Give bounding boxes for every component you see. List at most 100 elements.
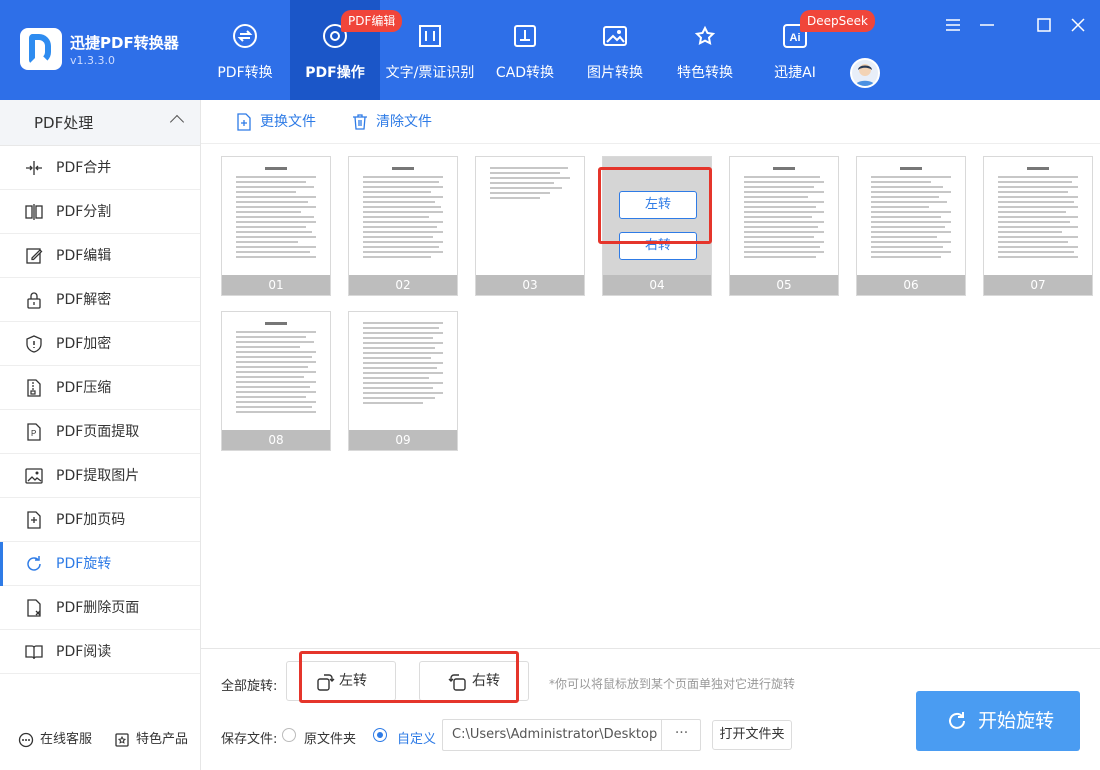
product-icon (115, 733, 129, 747)
sidebar-item-label: PDF分割 (56, 204, 112, 220)
top-navigation-bar: 迅捷PDF转换器 v1.3.3.0 PDF转换 PDF操作 PDF编辑 文字/票… (0, 0, 1100, 100)
sidebar-item-split[interactable]: PDF分割 (0, 190, 200, 234)
start-rotate-button[interactable]: 开始旋转 (916, 691, 1080, 751)
tab-image[interactable]: 图片转换 (570, 0, 660, 100)
add-file-icon (237, 113, 251, 131)
extract-page-icon: P (27, 423, 41, 441)
sidebar-item-delete-page[interactable]: PDF删除页面 (0, 586, 200, 630)
start-rotate-label: 开始旋转 (978, 710, 1055, 732)
browse-more-button[interactable]: ··· (661, 719, 701, 751)
compress-icon (27, 379, 41, 397)
special-products-link[interactable]: 特色产品 (114, 730, 188, 750)
sidebar-list: PDF合并 PDF分割 PDF编辑 PDF解密 PDF加密 PDF压缩 P PDF页面提取 PD… (0, 146, 200, 674)
page-text-preview (744, 167, 824, 261)
sidebar-item-shield[interactable]: PDF加密 (0, 322, 200, 366)
star-convert-icon (694, 25, 716, 46)
sidebar-item-page-number[interactable]: PDF加页码 (0, 498, 200, 542)
save-file-label: 保存文件: (221, 732, 278, 747)
sidebar-item-label: PDF旋转 (56, 556, 112, 572)
sidebar-item-compress[interactable]: PDF压缩 (0, 366, 200, 410)
sidebar-item-merge[interactable]: PDF合并 (0, 146, 200, 190)
page-text-preview (871, 167, 951, 261)
page-thumbnail-grid: 09 08 07 06 05 左转 右转 04 03 02 01 (201, 144, 1100, 648)
extract-image-icon (25, 468, 43, 484)
shield-icon (26, 335, 42, 353)
page-number: 03 (476, 275, 584, 295)
sidebar-item-label: PDF合并 (56, 160, 112, 176)
page-number: 02 (349, 275, 457, 295)
tab-pdf-convert[interactable]: PDF转换 (200, 0, 290, 100)
page-thumbnail[interactable]: 07 (983, 156, 1093, 296)
svg-text:P: P (31, 429, 36, 438)
page-text-preview (363, 167, 443, 261)
user-avatar[interactable] (850, 58, 880, 88)
replace-file-button[interactable]: 更换文件 (234, 112, 316, 132)
app-window: 迅捷PDF转换器 v1.3.3.0 PDF转换 PDF操作 PDF编辑 文字/票… (0, 0, 1100, 770)
app-name: 迅捷PDF转换器 (70, 34, 179, 52)
file-toolbar: 更换文件 清除文件 (201, 100, 1100, 144)
tab-label: PDF操作 (305, 65, 365, 81)
page-thumbnail[interactable]: 05 (729, 156, 839, 296)
open-folder-button[interactable]: 打开文件夹 (712, 720, 792, 750)
app-version: v1.3.3.0 (70, 54, 115, 67)
book-icon (25, 645, 43, 660)
special-products-label: 特色产品 (136, 732, 189, 747)
page-number: 09 (349, 430, 457, 450)
page-thumbnail[interactable]: 02 (348, 156, 458, 296)
rotate-all-highlight-box (299, 651, 519, 703)
clear-file-button[interactable]: 清除文件 (350, 112, 432, 132)
tab-label: 文字/票证识别 (385, 65, 475, 81)
bottom-panel: 全部旋转: 左转 右转 *你可以将鼠标放到某个页面单独对它进行旋转 保存文件: … (201, 648, 1100, 770)
minimize-icon[interactable] (976, 14, 998, 36)
sidebar-item-label: PDF加密 (56, 336, 112, 352)
radio-custom-folder[interactable] (373, 728, 387, 742)
menu-icon[interactable] (942, 14, 964, 36)
tab-label: 迅捷AI (774, 65, 816, 81)
page-number: 07 (984, 275, 1092, 295)
sidebar-item-extract-page[interactable]: P PDF页面提取 (0, 410, 200, 454)
ocr-icon (419, 25, 441, 47)
chevron-up-icon (169, 114, 185, 130)
page-number: 05 (730, 275, 838, 295)
pdf-convert-icon (233, 24, 257, 48)
page-number: 04 (603, 275, 711, 295)
page-text-preview (490, 167, 570, 202)
close-icon[interactable] (1067, 14, 1089, 36)
radio-original-folder[interactable] (282, 728, 296, 742)
sidebar-item-unlock[interactable]: PDF解密 (0, 278, 200, 322)
tab-ocr[interactable]: 文字/票证识别 (380, 0, 480, 100)
cad-icon (514, 25, 536, 47)
sidebar-item-rotate[interactable]: PDF旋转 (0, 542, 200, 586)
tab-label: 特色转换 (677, 65, 733, 81)
sidebar-item-label: PDF提取图片 (56, 468, 140, 484)
refresh-icon (949, 712, 965, 729)
sidebar-item-edit[interactable]: PDF编辑 (0, 234, 200, 278)
replace-file-label: 更换文件 (260, 114, 316, 130)
trash-icon (353, 114, 367, 130)
page-thumbnail[interactable]: 03 (475, 156, 585, 296)
tab-special[interactable]: 特色转换 (660, 0, 750, 100)
page-text-preview (363, 322, 443, 407)
tab-cad[interactable]: CAD转换 (480, 0, 570, 100)
maximize-icon[interactable] (1033, 14, 1055, 36)
online-service-link[interactable]: 在线客服 (18, 730, 92, 750)
deepseek-badge: DeepSeek (800, 10, 875, 32)
page-text-preview (236, 167, 316, 261)
tab-label: CAD转换 (495, 65, 555, 81)
edit-icon (26, 248, 43, 264)
page-thumbnail[interactable]: 08 (221, 311, 331, 451)
option-custom-label: 自定义 (397, 732, 437, 747)
clear-file-label: 清除文件 (376, 114, 432, 130)
page-thumbnail[interactable]: 09 (348, 311, 458, 451)
avatar-icon (855, 64, 875, 86)
svg-text:Ai: Ai (790, 32, 801, 44)
sidebar-section-header[interactable]: PDF处理 (0, 100, 200, 146)
page-number: 01 (222, 275, 330, 295)
image-icon (603, 26, 627, 46)
sidebar-item-book[interactable]: PDF阅读 (0, 630, 200, 674)
sidebar: PDF处理 PDF合并 PDF分割 PDF编辑 PDF解密 PDF加密 PDF压缩 P PDF… (0, 100, 201, 770)
rotate-all-label: 全部旋转: (221, 679, 278, 694)
sidebar-item-extract-image[interactable]: PDF提取图片 (0, 454, 200, 498)
page-thumbnail[interactable]: 01 (221, 156, 331, 296)
page-thumbnail[interactable]: 06 (856, 156, 966, 296)
